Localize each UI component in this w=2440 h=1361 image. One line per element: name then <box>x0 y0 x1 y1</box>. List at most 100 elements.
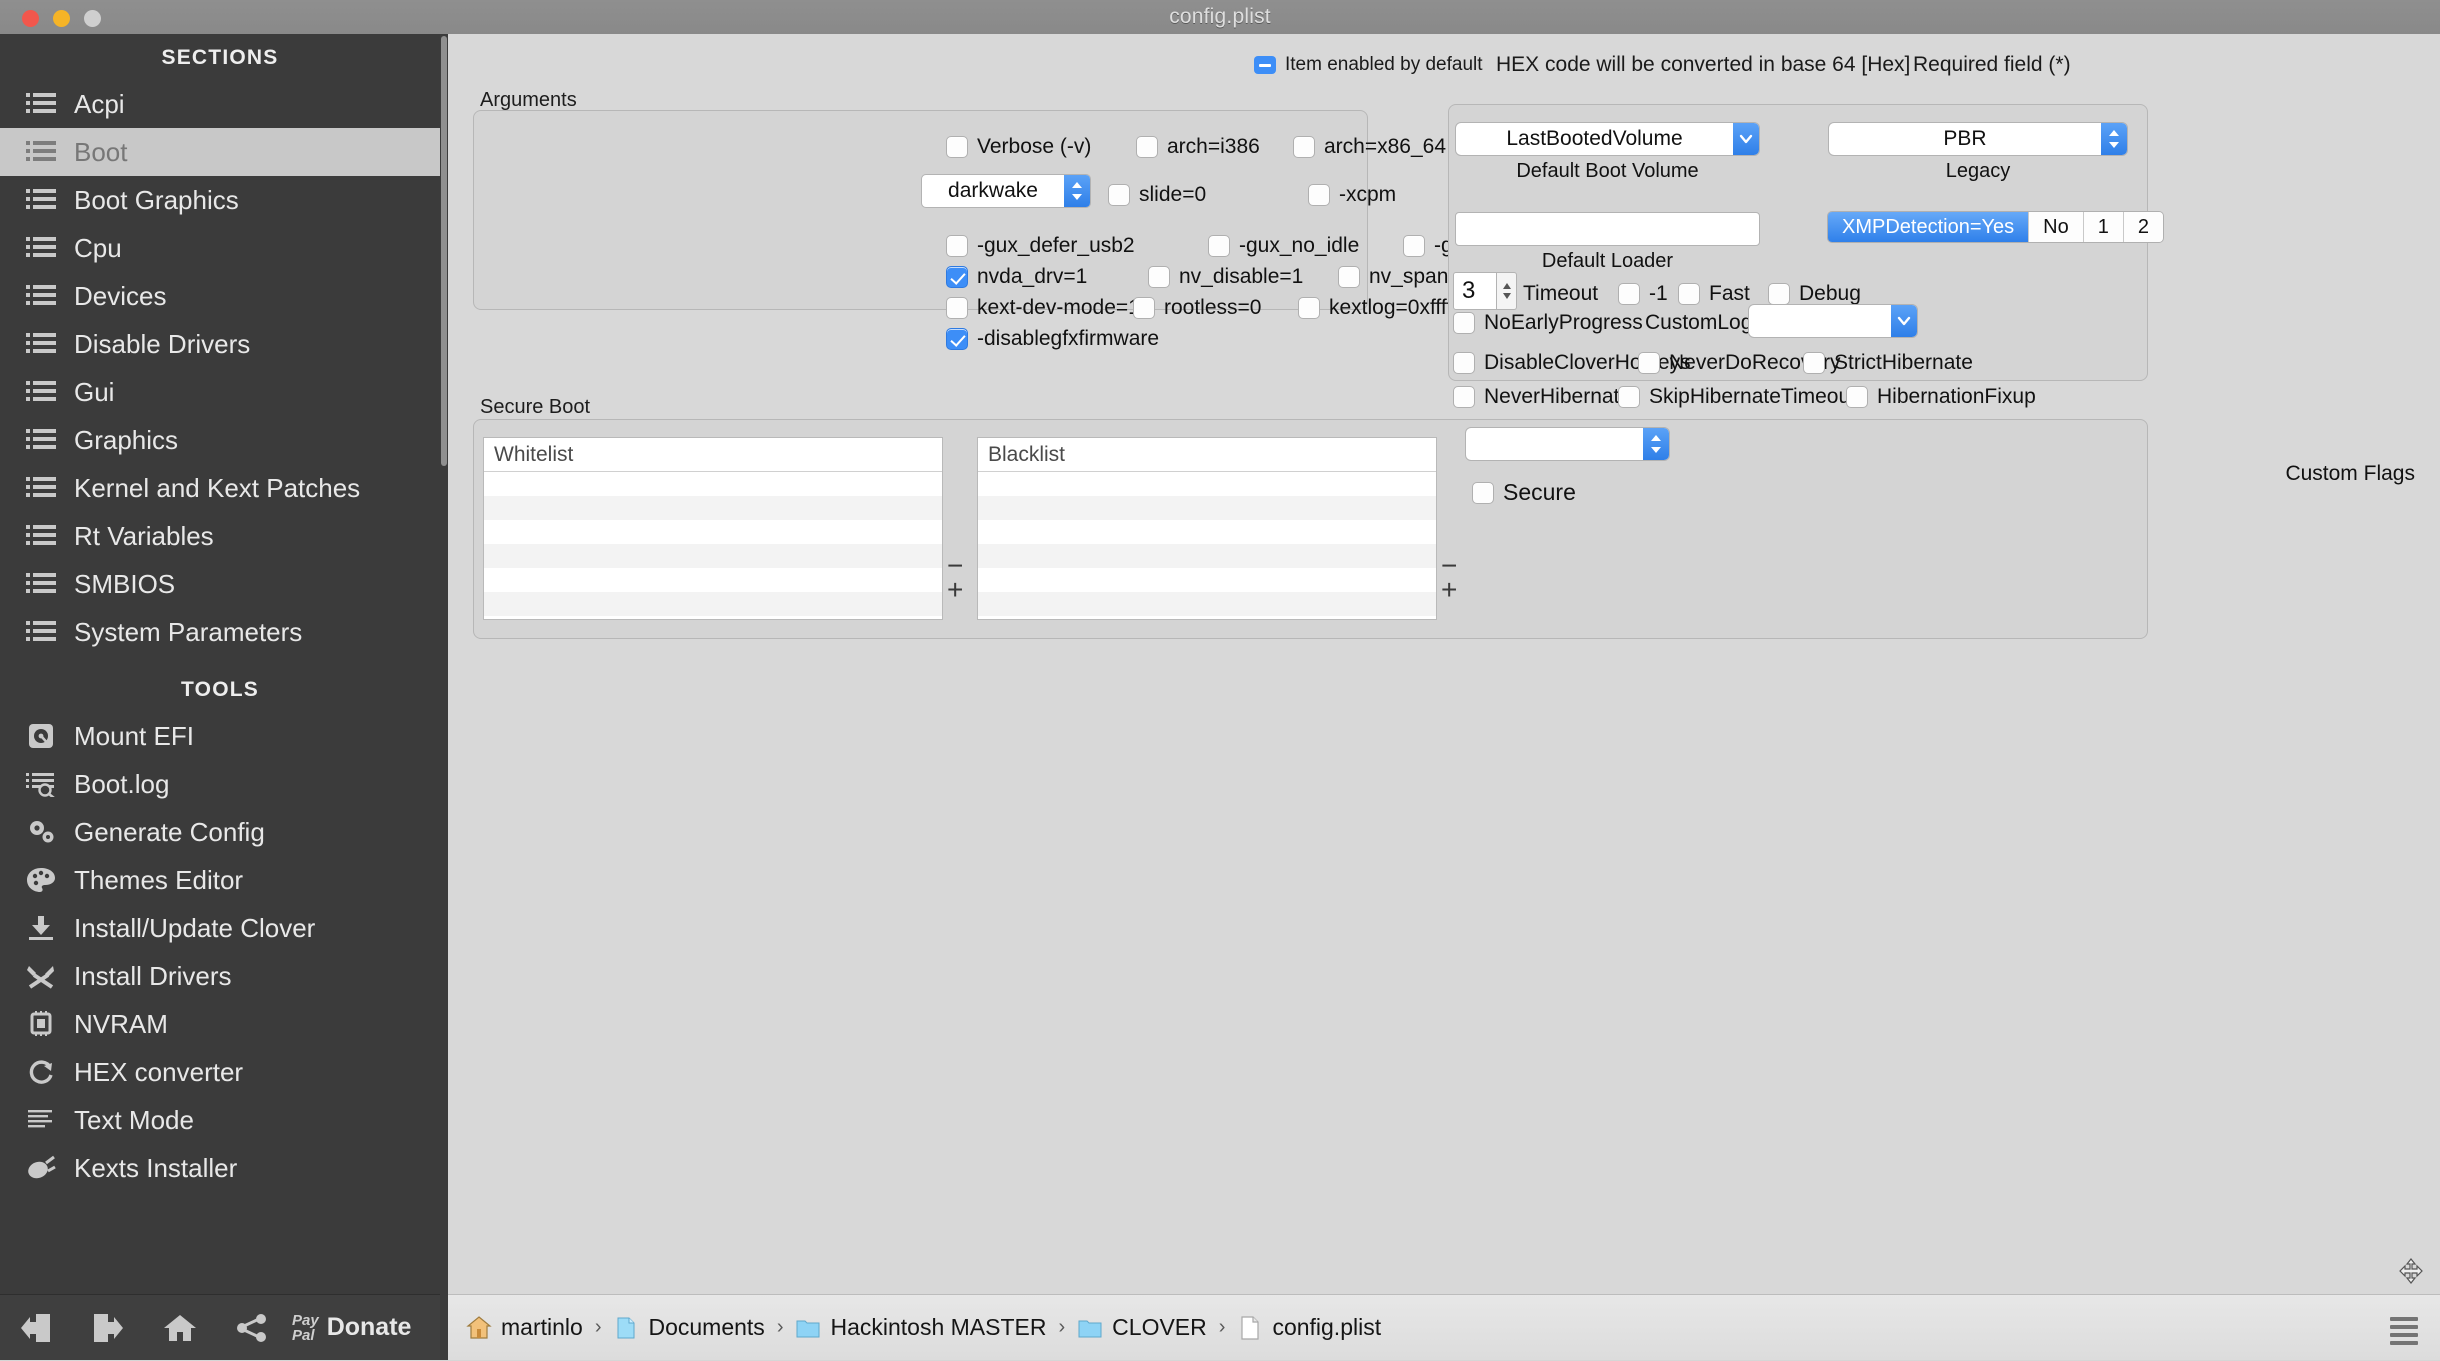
sidebar-tool-kexts-installer[interactable]: Kexts Installer <box>0 1144 440 1192</box>
arg-arch-i386-checkbox[interactable]: arch=i386 <box>1136 135 1260 159</box>
table-row[interactable] <box>484 592 942 616</box>
checkbox-box[interactable] <box>1148 266 1170 288</box>
custom-logo-chevron[interactable] <box>1891 305 1917 337</box>
checkbox-box[interactable] <box>1618 386 1640 408</box>
sidebar-item-system-parameters[interactable]: System Parameters <box>0 608 440 656</box>
sidebar-tool-boot-log[interactable]: Boot.log <box>0 760 440 808</box>
sidebar-tool-mount-efi[interactable]: Mount EFI <box>0 712 440 760</box>
sidebar-tool-text-mode[interactable]: Text Mode <box>0 1096 440 1144</box>
checkbox-box[interactable] <box>1403 235 1425 257</box>
darkwake-popup[interactable]: darkwake <box>921 174 1091 208</box>
sidebar-item-disable-drivers[interactable]: Disable Drivers <box>0 320 440 368</box>
checkbox-box[interactable] <box>1133 297 1155 319</box>
whitelist-add-remove[interactable]: − + <box>947 552 963 604</box>
table-row[interactable] <box>978 520 1436 544</box>
xmp-detection-segmented[interactable]: XMPDetection=Yes No 1 2 <box>1827 211 2164 243</box>
checkbox-box[interactable] <box>946 266 968 288</box>
sidebar-item-graphics[interactable]: Graphics <box>0 416 440 464</box>
darkwake-stepper-arrows[interactable] <box>1064 175 1090 207</box>
sidebar-item-gui[interactable]: Gui <box>0 368 440 416</box>
sidebar-item-smbios[interactable]: SMBIOS <box>0 560 440 608</box>
close-button[interactable] <box>22 10 39 27</box>
sidebar-tool-install-drivers[interactable]: Install Drivers <box>0 952 440 1000</box>
timeout-stepper[interactable]: 3 <box>1453 272 1517 310</box>
sidebar-scrollbar-thumb[interactable] <box>441 36 447 466</box>
blacklist-add-remove[interactable]: − + <box>1441 552 1457 604</box>
sidebar-tool-themes-editor[interactable]: Themes Editor <box>0 856 440 904</box>
checkbox-box[interactable] <box>1208 235 1230 257</box>
xmp-segment-xmpdetection-yes[interactable]: XMPDetection=Yes <box>1828 212 2030 242</box>
arg--xcpm-checkbox[interactable]: -xcpm <box>1308 183 1396 207</box>
arg--gux-defer-usb2-checkbox[interactable]: -gux_defer_usb2 <box>946 234 1135 258</box>
boot-stricthibernate-checkbox[interactable]: StrictHibernate <box>1803 351 1973 375</box>
default-loader-field[interactable] <box>1455 212 1760 246</box>
checkbox-box[interactable] <box>1308 184 1330 206</box>
sidebar-item-kernel-and-kext-patches[interactable]: Kernel and Kext Patches <box>0 464 440 512</box>
secure-box[interactable] <box>1472 481 1494 504</box>
home-button[interactable] <box>144 1295 216 1361</box>
secure-boot-policy-arrows[interactable] <box>1643 428 1669 460</box>
sidebar-item-devices[interactable]: Devices <box>0 272 440 320</box>
export-button[interactable] <box>72 1295 144 1361</box>
table-row[interactable] <box>484 568 942 592</box>
sidebar-tool-install-update-clover[interactable]: Install/Update Clover <box>0 904 440 952</box>
checkbox-box[interactable] <box>1846 386 1868 408</box>
breadcrumb-item-config-plist[interactable]: config.plist <box>1237 1314 1381 1341</box>
table-row[interactable] <box>978 496 1436 520</box>
zoom-button[interactable] <box>84 10 101 27</box>
donate-button[interactable]: Pay Pal Donate <box>292 1313 411 1343</box>
arg-verbose-v--checkbox[interactable]: Verbose (-v) <box>946 135 1091 159</box>
table-row[interactable] <box>978 592 1436 616</box>
xmp-segment-no[interactable]: No <box>2029 212 2084 242</box>
boot-hibernationfixup-checkbox[interactable]: HibernationFixup <box>1846 385 2036 409</box>
blacklist-add-button[interactable]: + <box>1441 576 1457 604</box>
checkbox-box[interactable] <box>1453 386 1475 408</box>
checkbox-box[interactable] <box>1298 297 1320 319</box>
sidebar-item-cpu[interactable]: Cpu <box>0 224 440 272</box>
minimize-button[interactable] <box>53 10 70 27</box>
checkbox-box[interactable] <box>946 136 968 158</box>
boot-debug-checkbox[interactable]: Debug <box>1768 282 1861 306</box>
sidebar-scrollbar[interactable] <box>440 34 448 1292</box>
boot-skiphibernatetimeout-checkbox[interactable]: SkipHibernateTimeout <box>1618 385 1856 409</box>
import-button[interactable] <box>0 1295 72 1361</box>
resize-grip-icon[interactable] <box>2398 1258 2424 1284</box>
sidebar-tool-hex-converter[interactable]: HEX converter <box>0 1048 440 1096</box>
checkbox-box[interactable] <box>946 328 968 350</box>
checkbox-box[interactable] <box>1678 283 1700 305</box>
table-row[interactable] <box>484 472 942 496</box>
secure-checkbox[interactable]: Secure <box>1472 479 1576 506</box>
checkbox-box[interactable] <box>1108 184 1130 206</box>
table-row[interactable] <box>978 544 1436 568</box>
checkbox-box[interactable] <box>1453 352 1475 374</box>
arg-rootless-0-checkbox[interactable]: rootless=0 <box>1133 296 1261 320</box>
boot-fast-checkbox[interactable]: Fast <box>1678 282 1750 306</box>
breadcrumb-item-hackintosh-master[interactable]: Hackintosh MASTER <box>795 1314 1047 1341</box>
table-row[interactable] <box>978 568 1436 592</box>
secure-boot-policy-popup[interactable] <box>1465 427 1670 461</box>
arg-nv-disable-1-checkbox[interactable]: nv_disable=1 <box>1148 265 1303 289</box>
sidebar-item-boot[interactable]: Boot <box>0 128 440 176</box>
checkbox-box[interactable] <box>946 235 968 257</box>
blacklist-table[interactable]: Blacklist <box>977 437 1437 620</box>
legacy-popup[interactable]: PBR <box>1828 122 2128 156</box>
timeout-stepper-arrows[interactable] <box>1497 272 1517 310</box>
no-early-progress-box[interactable] <box>1453 312 1475 334</box>
boot--1-checkbox[interactable]: -1 <box>1618 282 1668 306</box>
whitelist-table[interactable]: Whitelist <box>483 437 943 620</box>
breadcrumb-item-documents[interactable]: Documents <box>613 1314 765 1341</box>
table-row[interactable] <box>484 496 942 520</box>
checkbox-box[interactable] <box>1618 283 1640 305</box>
hamburger-icon[interactable] <box>2390 1317 2418 1345</box>
table-row[interactable] <box>484 520 942 544</box>
default-boot-volume-popup[interactable]: LastBootedVolume <box>1455 122 1760 156</box>
arg--gux-no-idle-checkbox[interactable]: -gux_no_idle <box>1208 234 1359 258</box>
sidebar-item-acpi[interactable]: Acpi <box>0 80 440 128</box>
checkbox-box[interactable] <box>1803 352 1825 374</box>
boot-neverhibernate-checkbox[interactable]: NeverHibernate <box>1453 385 1631 409</box>
checkbox-box[interactable] <box>1768 283 1790 305</box>
share-button[interactable] <box>216 1295 288 1361</box>
breadcrumb-item-clover[interactable]: CLOVER <box>1077 1314 1207 1341</box>
sidebar-tool-nvram[interactable]: NVRAM <box>0 1000 440 1048</box>
whitelist-add-button[interactable]: + <box>947 576 963 604</box>
